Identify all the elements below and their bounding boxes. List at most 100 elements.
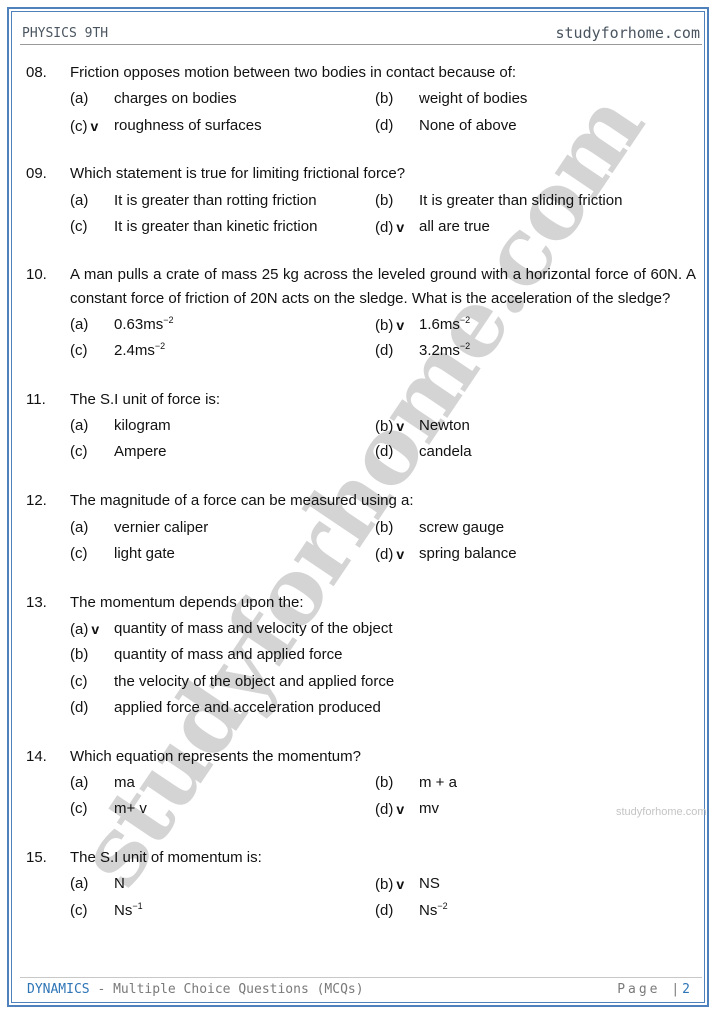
option-value: spring balance [419, 544, 517, 562]
question-stem: 14. Which equation represents the momentu… [26, 744, 696, 770]
option-letter: (a) [70, 620, 89, 638]
option-exponent: −2 [437, 900, 448, 911]
option-text: Ns−1 [114, 898, 143, 924]
option-letter: (c) [70, 544, 88, 562]
question-text: The S.I unit of momentum is: [70, 849, 262, 867]
option-letter: (b) [375, 518, 394, 536]
question-stem: 11. The S.I unit of force is: [26, 387, 696, 413]
option-value: ma [114, 773, 135, 791]
question-number: 09. [26, 165, 47, 183]
option-label: (a) [70, 312, 88, 338]
option-text: quantity of mass and velocity of the obj… [114, 616, 393, 642]
option-label: (b) [70, 642, 88, 668]
option-row: (c) light gate (d) v spring balance [26, 541, 696, 567]
option-label: (a) [70, 871, 88, 897]
check-mark-icon: v [396, 418, 405, 435]
option-letter: (d) [375, 218, 394, 236]
option-label: (c) [70, 338, 88, 364]
option-exponent: −2 [459, 341, 471, 352]
option-label: (c) [70, 669, 88, 695]
option-letter: (a) [70, 518, 89, 536]
option-row: (c) the velocity of the object and applie… [26, 669, 696, 695]
option-text: vernier caliper [114, 515, 208, 541]
option-letter: (a) [70, 315, 89, 333]
option-row: (a) ma (b) m + a [26, 770, 696, 796]
option-text: NS [419, 871, 440, 897]
option-label: (b) v [375, 871, 404, 898]
option-text: 3.2ms−2 [419, 338, 470, 364]
question-text: The magnitude of a force can be measured… [70, 492, 414, 510]
option-value: N [114, 875, 125, 893]
check-mark-icon: v [396, 876, 405, 893]
option-label: (a) [70, 770, 88, 796]
question-text: Friction opposes motion between two bodi… [70, 64, 517, 81]
option-value: charges on bodies [114, 90, 237, 108]
option-text: roughness of surfaces [114, 113, 262, 139]
question-number: 08. [26, 64, 47, 81]
option-value: Ampere [114, 443, 167, 461]
option-label: (d) [375, 898, 393, 924]
question-spacer [26, 823, 696, 846]
option-letter: (d) [375, 116, 394, 134]
option-value: NS [419, 875, 440, 893]
option-row: (b) quantity of mass and applied force [26, 642, 696, 668]
option-row: (c) 2.4ms−2 (d) 3.2ms−2 [26, 338, 696, 364]
section-name: Multiple Choice Questions (MCQs) [113, 982, 364, 997]
check-mark-icon: v [90, 117, 99, 134]
option-label: (a) [70, 413, 88, 439]
question-number: 12. [26, 492, 47, 510]
option-text: mv [419, 796, 439, 822]
option-label: (d) v [375, 796, 404, 823]
option-letter: (b) [375, 418, 394, 436]
option-row: (c) m+ v (d) v mv [26, 796, 696, 822]
option-value: 2.4ms [114, 342, 155, 360]
option-letter: (d) [375, 545, 394, 563]
option-text: all are true [419, 214, 490, 240]
option-label: (c) v [70, 113, 98, 140]
question-stem: 10. A man pulls a crate of mass 25 kg acr… [26, 263, 696, 312]
option-exponent: −1 [132, 900, 143, 911]
question-item: 11. The S.I unit of force is: (a) kilogram (… [26, 387, 696, 466]
question-text: Which statement is true for limiting fri… [70, 165, 406, 183]
option-value: all are true [419, 217, 490, 235]
option-value: 3.2ms [419, 342, 460, 360]
option-text: screw gauge [419, 515, 504, 541]
option-letter: (d) [375, 901, 394, 919]
option-text: N [114, 871, 125, 897]
question-text: The S.I unit of force is: [70, 390, 221, 408]
check-mark-icon: v [396, 801, 405, 818]
option-row: (a) charges on bodies (b) weight of bodies [26, 86, 696, 112]
option-text: weight of bodies [419, 86, 527, 112]
option-row: (c) v roughness of surfaces (d) None of abov… [26, 113, 696, 139]
option-letter: (b) [375, 316, 394, 334]
question-item: 14. Which equation represents the momentu… [26, 744, 696, 823]
option-letter: (d) [375, 342, 394, 360]
page-header: PHYSICS 9TH studyforhome.com [20, 24, 702, 45]
page-footer: DYNAMICS - Multiple Choice Questions (MC… [20, 977, 702, 1000]
option-label: (c) [70, 898, 88, 924]
check-mark-icon: v [396, 545, 405, 562]
check-mark-icon: v [396, 316, 405, 333]
option-letter: (c) [70, 217, 88, 235]
site-name: studyforhome.com [555, 24, 701, 42]
question-text: A man pulls a crate of mass 25 kg across… [70, 265, 696, 308]
option-exponent: −2 [459, 314, 471, 325]
option-row: (a) It is greater than rotting friction (b… [26, 188, 696, 214]
option-value: 0.63ms [114, 315, 164, 333]
option-letter: (a) [70, 875, 89, 893]
option-label: (b) [375, 188, 393, 214]
option-label: (d) [70, 695, 88, 721]
option-value: Ns [114, 901, 133, 919]
option-value: kilogram [114, 417, 171, 435]
option-exponent: −2 [154, 341, 166, 352]
option-value: light gate [114, 544, 175, 562]
option-label: (d) [375, 113, 393, 139]
option-label: (d) [375, 338, 393, 364]
option-text: the velocity of the object and applied f… [114, 669, 394, 695]
option-letter: (d) [375, 801, 394, 819]
page-number: 2 [682, 982, 690, 997]
option-text: 1.6ms−2 [419, 312, 470, 338]
option-letter: (d) [70, 698, 89, 716]
option-label: (c) [70, 439, 88, 465]
option-value: quantity of mass and applied force [114, 646, 343, 664]
